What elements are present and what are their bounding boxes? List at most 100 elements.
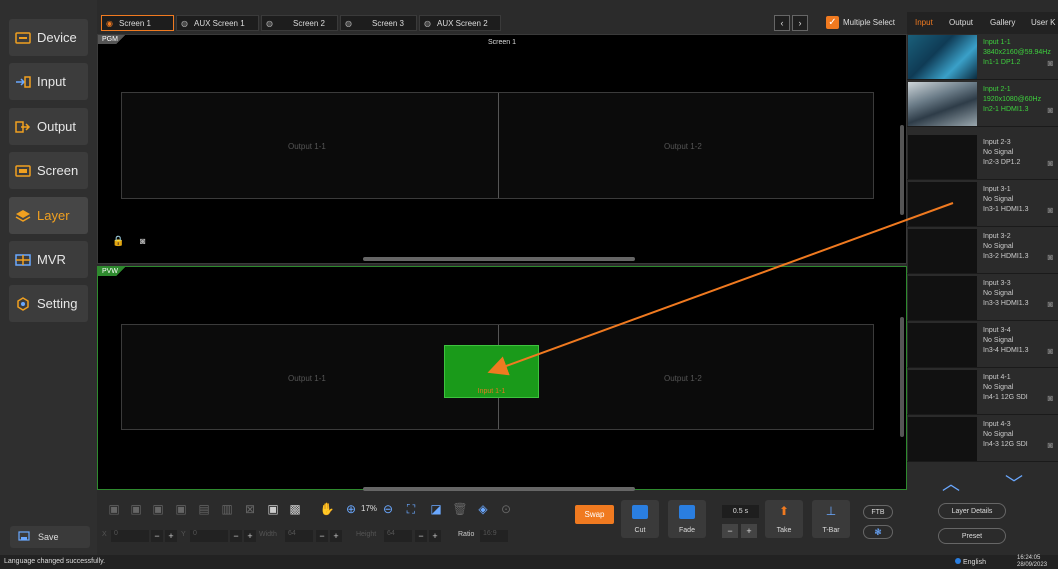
sidebar-item-screen[interactable]: Screen <box>9 152 88 189</box>
save-button[interactable]: Save <box>10 526 90 548</box>
sidebar-item-mvr[interactable]: MVR <box>9 241 88 278</box>
tab-user-key[interactable]: User K <box>1031 18 1055 27</box>
height-input[interactable]: 64 <box>384 530 412 542</box>
lock-icon[interactable]: 🔒 <box>112 236 124 247</box>
pvw-horizontal-scrollbar[interactable] <box>363 487 635 491</box>
pgm-horizontal-scrollbar[interactable] <box>363 257 635 261</box>
camera-icon[interactable]: ◙ <box>1048 105 1053 115</box>
align-middle-icon[interactable]: ▥ <box>220 502 234 516</box>
fade-button[interactable]: Fade <box>668 500 706 538</box>
zoom-in-icon[interactable]: ⊕ <box>344 502 358 516</box>
take-label: Take <box>776 527 792 534</box>
input-status: No Signal <box>983 243 1014 250</box>
height-plus-button[interactable]: + <box>429 530 441 542</box>
scroll-up-chevron-icon[interactable]: ︿ <box>942 470 960 496</box>
ratio-input[interactable]: 16:9 <box>480 530 508 542</box>
clear-layers-icon[interactable]: ⊠ <box>243 502 257 516</box>
sidebar-item-output[interactable]: Output <box>9 108 88 145</box>
bring-forward-icon[interactable]: ▣ <box>107 502 121 516</box>
list-item-input-4-1[interactable]: Input 4-1 No Signal In4-1 12G SDI ◙ <box>907 369 1058 415</box>
camera-icon[interactable]: ◙ <box>1048 158 1053 168</box>
list-item-input-3-4[interactable]: Input 3-4 No Signal In3-4 HDMI1.3 ◙ <box>907 322 1058 368</box>
zoom-out-icon[interactable]: ⊖ <box>381 502 395 516</box>
tab-label: AUX Screen 2 <box>436 18 488 28</box>
tab-gallery[interactable]: Gallery <box>990 18 1015 27</box>
camera-icon[interactable]: ◙ <box>1048 205 1053 215</box>
pgm-vertical-scrollbar[interactable] <box>900 125 904 215</box>
list-item-input-3-2[interactable]: Input 3-2 No Signal In3-2 HDMI1.3 ◙ <box>907 228 1058 274</box>
pvw-vertical-scrollbar[interactable] <box>900 317 904 437</box>
camera-icon[interactable]: ◙ <box>1048 299 1053 309</box>
snap-icon[interactable]: ◪ <box>429 502 443 516</box>
add-layer-icon[interactable]: ⊙ <box>499 502 513 516</box>
sidebar-item-device[interactable]: Device <box>9 19 88 56</box>
pgm-canvas[interactable]: Output 1-1 Output 1-2 <box>121 92 874 199</box>
list-item-input-3-1[interactable]: Input 3-1 No Signal In3-1 HDMI1.3 ◙ <box>907 181 1058 227</box>
camera-icon[interactable]: ◙ <box>1048 58 1053 68</box>
sidebar-item-layer[interactable]: Layer <box>9 197 88 234</box>
camera-icon[interactable]: ◙ <box>1048 346 1053 356</box>
marker-icon[interactable]: ◈ <box>476 502 490 516</box>
list-item-input-2-3[interactable]: Input 2-3 No Signal In2-3 DP1.2 ◙ <box>907 134 1058 180</box>
take-button[interactable]: ⬆ Take <box>765 500 803 538</box>
tab-next-button[interactable]: › <box>792 15 808 31</box>
transition-settings-button[interactable]: ❃ <box>863 525 893 539</box>
mvr-icon <box>15 252 31 268</box>
x-minus-button[interactable]: − <box>151 530 163 542</box>
duration-minus-button[interactable]: − <box>722 524 738 538</box>
layer-details-button[interactable]: Layer Details <box>938 503 1006 519</box>
tab-screen-3[interactable]: ◍ Screen 3 <box>340 15 417 31</box>
tab-aux-screen-2[interactable]: ◍ AUX Screen 2 <box>419 15 501 31</box>
width-minus-button[interactable]: − <box>316 530 328 542</box>
send-backward-icon[interactable]: ▣ <box>129 502 143 516</box>
pvw-canvas[interactable]: Output 1-1 Output 1-2 Input 1-1 <box>121 324 874 430</box>
transition-duration[interactable]: 0.5 s <box>722 505 759 518</box>
list-item-input-4-3[interactable]: Input 4-3 No Signal In4-3 12G SDI ◙ <box>907 416 1058 462</box>
y-plus-button[interactable]: + <box>244 530 256 542</box>
fit-view-icon[interactable]: ⛶ <box>404 502 418 516</box>
hand-tool-icon[interactable]: ✋ <box>320 502 335 516</box>
list-item-input-2-1[interactable]: Input 2-1 1920x1080@60Hz In2-1 HDMI1.3 ◙ <box>907 81 1058 127</box>
width-plus-button[interactable]: + <box>330 530 342 542</box>
y-input[interactable]: 0 <box>190 530 228 542</box>
swap-button[interactable]: Swap <box>575 505 614 524</box>
cut-button[interactable]: Cut <box>621 500 659 538</box>
list-item-input-3-3[interactable]: Input 3-3 No Signal In3-3 HDMI1.3 ◙ <box>907 275 1058 321</box>
pvw-panel[interactable]: PVW Output 1-1 Output 1-2 Input 1-1 <box>97 266 907 491</box>
multiple-select-checkbox[interactable]: ✓ <box>826 16 839 29</box>
tab-aux-screen-1[interactable]: ◍ AUX Screen 1 <box>176 15 259 31</box>
bring-to-front-icon[interactable]: ▣ <box>151 502 165 516</box>
tab-screen-2[interactable]: ◍ Screen 2 <box>261 15 338 31</box>
width-input[interactable]: 64 <box>285 530 313 542</box>
camera-icon[interactable]: ◙ <box>1048 440 1053 450</box>
tab-output[interactable]: Output <box>949 18 973 27</box>
x-input[interactable]: 0 <box>111 530 149 542</box>
align-top-icon[interactable]: ▤ <box>197 502 211 516</box>
list-item-input-1-1[interactable]: Input 1-1 3840x2160@59.94Hz In1-1 DP1.2 … <box>907 34 1058 80</box>
language-selector[interactable]: English <box>955 558 986 566</box>
ftb-button[interactable]: FTB <box>863 505 893 519</box>
tab-input[interactable]: Input <box>915 18 933 27</box>
tab-screen-1[interactable]: ◉ Screen 1 <box>101 15 174 31</box>
duration-plus-button[interactable]: + <box>741 524 757 538</box>
x-plus-button[interactable]: + <box>165 530 177 542</box>
pgm-panel[interactable]: PGM Screen 1 Output 1-1 Output 1-2 🔒 ◙ <box>97 34 907 264</box>
y-minus-button[interactable]: − <box>230 530 242 542</box>
zoom-level: 17% <box>361 504 378 513</box>
fill-screen-icon[interactable]: ▣ <box>266 502 280 516</box>
camera-icon[interactable]: ◙ <box>140 236 145 246</box>
height-minus-button[interactable]: − <box>415 530 427 542</box>
scroll-down-chevron-icon[interactable]: ﹀ <box>1005 470 1023 496</box>
layer-window[interactable]: Input 1-1 <box>444 345 539 398</box>
camera-icon[interactable]: ◙ <box>1048 393 1053 403</box>
tab-prev-button[interactable]: ‹ <box>774 15 790 31</box>
copy-layer-icon[interactable]: ▩ <box>288 502 302 516</box>
camera-icon[interactable]: ◙ <box>1048 252 1053 262</box>
sidebar-item-input[interactable]: Input <box>9 63 88 100</box>
preset-button[interactable]: Preset <box>938 528 1006 544</box>
delete-icon[interactable]: 🗑 <box>452 502 467 516</box>
tbar-button[interactable]: ⊥ T-Bar <box>812 500 850 538</box>
send-to-back-icon[interactable]: ▣ <box>174 502 188 516</box>
sidebar-item-setting[interactable]: Setting <box>9 285 88 322</box>
input-port: In4-3 12G SDI <box>983 441 1028 448</box>
